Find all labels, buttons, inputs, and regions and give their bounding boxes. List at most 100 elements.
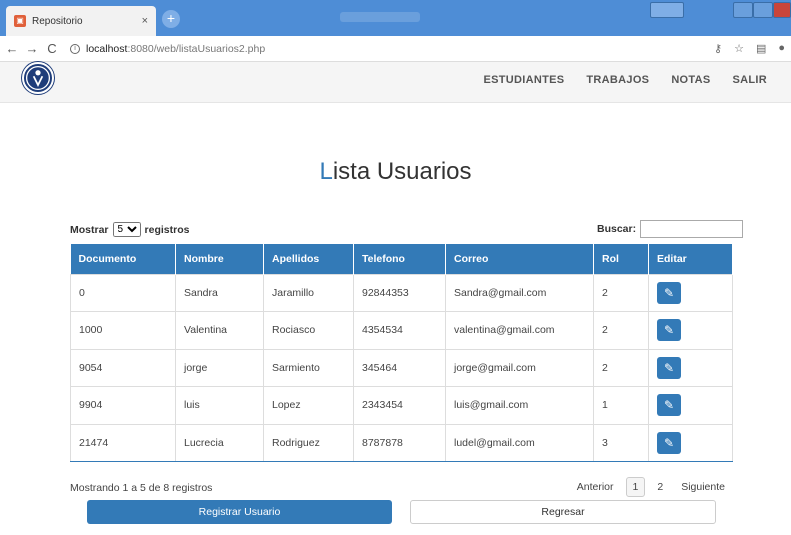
users-table: Documento Nombre Apellidos Telefono Corr… <box>70 244 733 462</box>
cell-apellidos: Sarmiento <box>263 348 354 387</box>
column-header-rol[interactable]: Rol <box>593 244 649 274</box>
cell-editar: ✎ <box>648 311 733 350</box>
close-window-button[interactable] <box>773 2 791 18</box>
cell-rol: 2 <box>593 311 649 350</box>
favicon-icon: ▣ <box>14 15 26 27</box>
register-user-button[interactable]: Registrar Usuario <box>87 500 392 524</box>
address-bar-icons: ⚷ ☆ ▤ ● <box>714 42 785 55</box>
profile-icon[interactable]: ● <box>778 42 785 55</box>
cell-correo: jorge@gmail.com <box>445 348 594 387</box>
back-arrow-icon[interactable]: ← <box>4 41 20 56</box>
column-header-nombre[interactable]: Nombre <box>175 244 264 274</box>
star-icon[interactable]: ☆ <box>734 42 744 55</box>
forward-arrow-icon[interactable]: → <box>24 41 40 56</box>
pagination-page-2[interactable]: 2 <box>651 478 669 496</box>
new-tab-button[interactable]: + <box>162 10 180 28</box>
cell-nombre: jorge <box>175 348 264 387</box>
cell-telefono: 345464 <box>353 348 446 387</box>
length-prefix: Mostrar <box>70 223 109 236</box>
cell-apellidos: Rodriguez <box>263 423 354 462</box>
table-row: 0 Sandra Jaramillo 92844353 Sandra@gmail… <box>70 273 733 312</box>
cell-apellidos: Jaramillo <box>263 273 354 312</box>
minimize-button[interactable] <box>733 2 753 18</box>
cell-rol: 1 <box>593 386 649 425</box>
search-input[interactable] <box>640 220 744 238</box>
cell-nombre: Sandra <box>175 273 264 312</box>
cell-documento: 0 <box>70 273 176 312</box>
pagination-next[interactable]: Siguiente <box>675 478 731 496</box>
info-icon[interactable]: i <box>70 43 80 54</box>
blurred-region <box>340 12 420 22</box>
page-title-rest: ista Usuarios <box>332 158 472 185</box>
cell-documento: 21474 <box>70 423 176 462</box>
browser-tab[interactable]: ▣ Repositorio × <box>6 6 156 36</box>
cell-telefono: 8787878 <box>353 423 446 462</box>
cell-documento: 9904 <box>70 386 176 425</box>
pencil-icon[interactable]: ✎ <box>657 319 681 342</box>
reload-icon[interactable]: C <box>44 41 60 56</box>
column-header-documento[interactable]: Documento <box>70 244 176 274</box>
extension-icon[interactable]: ▤ <box>756 42 766 55</box>
column-header-correo[interactable]: Correo <box>445 244 594 274</box>
table-row: 9054 jorge Sarmiento 345464 jorge@gmail.… <box>70 348 733 387</box>
cell-correo: ludel@gmail.com <box>445 423 594 462</box>
table-row: 1000 Valentina Rociasco 4354534 valentin… <box>70 311 733 350</box>
site-navbar: ESTUDIANTES TRABAJOS NOTAS SALIR <box>0 62 791 103</box>
cell-correo: luis@gmail.com <box>445 386 594 425</box>
page-title-first-letter: L <box>319 158 333 185</box>
back-button[interactable]: Regresar <box>410 500 716 524</box>
university-logo-icon[interactable] <box>22 62 54 94</box>
cell-telefono: 4354534 <box>353 311 446 350</box>
table-row: 21474 Lucrecia Rodriguez 8787878 ludel@g… <box>70 423 733 462</box>
cell-apellidos: Rociasco <box>263 311 354 350</box>
table-header-row: Documento Nombre Apellidos Telefono Corr… <box>70 244 733 274</box>
cell-telefono: 92844353 <box>353 273 446 312</box>
pencil-icon[interactable]: ✎ <box>657 431 681 454</box>
nav-link-salir[interactable]: SALIR <box>733 74 768 86</box>
cell-correo: valentina@gmail.com <box>445 311 594 350</box>
key-icon[interactable]: ⚷ <box>714 42 722 55</box>
cell-editar: ✎ <box>648 273 733 312</box>
blurred-region <box>650 2 684 18</box>
column-header-editar[interactable]: Editar <box>648 244 733 274</box>
cell-nombre: Lucrecia <box>175 423 264 462</box>
close-tab-icon[interactable]: × <box>142 15 148 27</box>
page-length-select[interactable]: 5 <box>112 222 141 237</box>
pagination-page-1[interactable]: 1 <box>625 477 646 497</box>
pagination: Anterior 1 2 Siguiente <box>571 477 731 497</box>
address-bar: ← → C i localhost:8080/web/listaUsuarios… <box>0 36 791 62</box>
nav-link-notas[interactable]: NOTAS <box>671 74 710 86</box>
pencil-icon[interactable]: ✎ <box>657 356 681 379</box>
cell-documento: 9054 <box>70 348 176 387</box>
cell-rol: 2 <box>593 348 649 387</box>
cell-rol: 3 <box>593 423 649 462</box>
cell-editar: ✎ <box>648 423 733 462</box>
table-row: 9904 luis Lopez 2343454 luis@gmail.com 1… <box>70 386 733 425</box>
cell-editar: ✎ <box>648 386 733 425</box>
nav-link-estudiantes[interactable]: ESTUDIANTES <box>483 74 564 86</box>
maximize-button[interactable] <box>753 2 773 18</box>
cell-editar: ✎ <box>648 348 733 387</box>
cell-nombre: luis <box>175 386 264 425</box>
nav-link-trabajos[interactable]: TRABAJOS <box>586 74 649 86</box>
cell-telefono: 2343454 <box>353 386 446 425</box>
column-header-telefono[interactable]: Telefono <box>353 244 446 274</box>
cell-documento: 1000 <box>70 311 176 350</box>
cell-correo: Sandra@gmail.com <box>445 273 594 312</box>
cell-rol: 2 <box>593 273 649 312</box>
url-host: localhost <box>86 42 128 55</box>
pagination-previous[interactable]: Anterior <box>571 478 620 496</box>
pencil-icon[interactable]: ✎ <box>657 394 681 417</box>
url-field[interactable]: i localhost:8080/web/listaUsuarios2.php <box>70 43 265 55</box>
tab-title: Repositorio <box>32 15 83 27</box>
column-header-apellidos[interactable]: Apellidos <box>263 244 354 274</box>
nav-links: ESTUDIANTES TRABAJOS NOTAS SALIR <box>483 74 767 86</box>
length-suffix: registros <box>144 223 190 236</box>
search-label: Buscar: <box>597 223 637 235</box>
browser-tab-bar: ▣ Repositorio × + <box>0 0 791 36</box>
search-control: Buscar: <box>597 220 744 238</box>
pencil-icon[interactable]: ✎ <box>657 281 681 304</box>
page-length-control: Mostrar 5 registros <box>70 222 189 237</box>
cell-nombre: Valentina <box>175 311 264 350</box>
table-info: Mostrando 1 a 5 de 8 registros <box>70 482 213 494</box>
